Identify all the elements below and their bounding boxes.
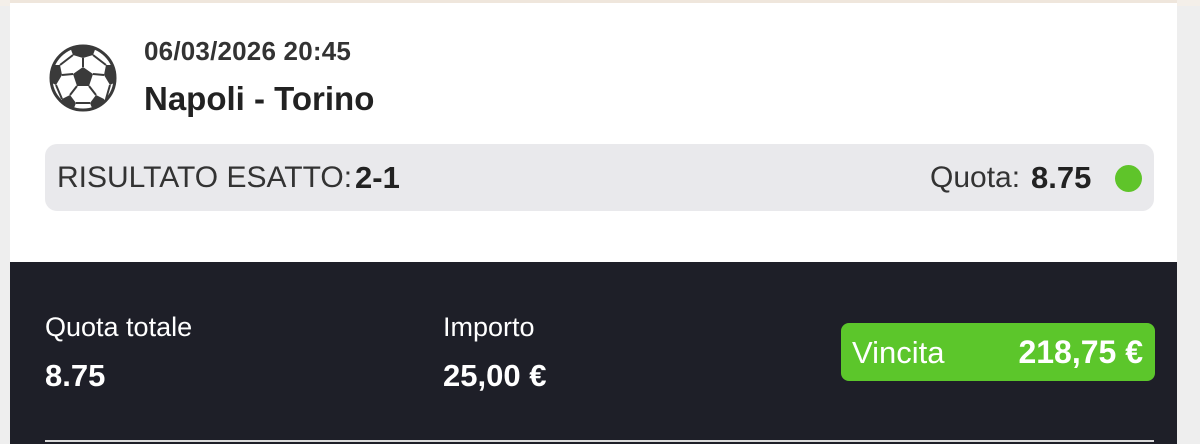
market-label: RISULTATO ESATTO: bbox=[57, 161, 353, 194]
stake-value: 25,00 € bbox=[443, 358, 547, 393]
market-value: 2-1 bbox=[355, 160, 400, 195]
win-label: Vincita bbox=[852, 335, 945, 370]
status-dot-icon bbox=[1115, 165, 1142, 192]
total-odds-label: Quota totale bbox=[45, 312, 193, 342]
total-odds-value: 8.75 bbox=[45, 358, 106, 393]
odds-value: 8.75 bbox=[1031, 160, 1092, 195]
bet-summary: Quota totale 8.75 Importo 25,00 € Vincit… bbox=[10, 262, 1177, 444]
summary-divider bbox=[45, 440, 1154, 442]
soccer-ball-icon bbox=[48, 43, 118, 113]
stake-label: Importo bbox=[443, 312, 535, 342]
event-teams: Napoli - Torino bbox=[144, 80, 375, 117]
bet-slip-card: 06/03/2026 20:45 Napoli - Torino RISULTA… bbox=[10, 0, 1177, 444]
card-top-border bbox=[10, 0, 1177, 3]
selection-row: RISULTATO ESATTO: 2-1 Quota: 8.75 bbox=[45, 144, 1154, 211]
odds-label: Quota: bbox=[930, 161, 1021, 194]
event-date-time: 06/03/2026 20:45 bbox=[144, 36, 352, 66]
win-badge: Vincita 218,75 € bbox=[841, 323, 1155, 381]
win-amount: 218,75 € bbox=[1018, 334, 1143, 370]
